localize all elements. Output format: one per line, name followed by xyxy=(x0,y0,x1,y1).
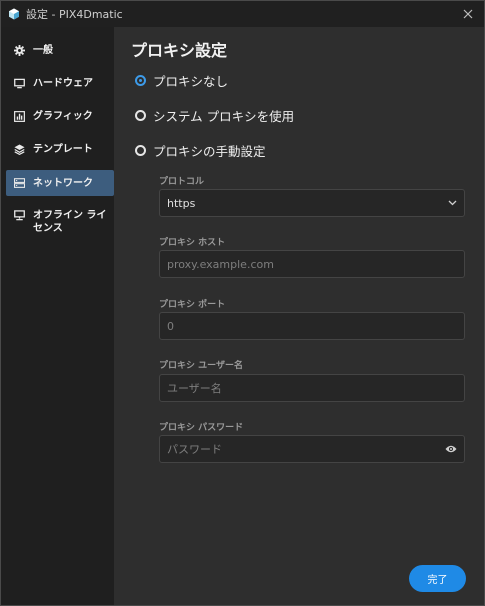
proxy-port-label: プロキシ ポート xyxy=(159,300,226,310)
proxy-host-label: プロキシ ホスト xyxy=(159,238,226,248)
close-icon xyxy=(463,9,473,19)
proxy-password-input[interactable] xyxy=(167,442,445,456)
layers-icon xyxy=(13,143,25,155)
sidebar-item-hardware[interactable]: ハードウェア xyxy=(6,77,114,90)
radio-no-proxy[interactable]: プロキシなし xyxy=(135,71,228,90)
proxy-host-input[interactable] xyxy=(167,257,457,271)
radio-button-checked[interactable] xyxy=(135,75,146,86)
sidebar-item-label: ネットワーク xyxy=(33,177,93,189)
offline-license-icon xyxy=(13,209,25,221)
sidebar-item-templates[interactable]: テンプレート xyxy=(6,143,114,156)
radio-button[interactable] xyxy=(135,145,146,156)
proxy-username-field[interactable] xyxy=(159,374,465,402)
sidebar-item-label: ハードウェア xyxy=(33,78,93,89)
proxy-username-input[interactable] xyxy=(167,381,457,395)
pix4d-logo-icon xyxy=(8,8,20,20)
close-button[interactable] xyxy=(458,4,478,24)
sidebar-item-general[interactable]: 一般 xyxy=(6,44,114,57)
proxy-host-field[interactable] xyxy=(159,250,465,278)
sidebar: 一般 ハードウェア グラフィック テンプレート ネットワーク オフライン ライセ… xyxy=(1,27,114,605)
sidebar-item-offline-license[interactable]: オフライン ライセンス xyxy=(6,209,114,235)
sidebar-item-label: グラフィック xyxy=(33,111,93,122)
done-button[interactable]: 完了 xyxy=(409,565,466,592)
protocol-value: https xyxy=(167,196,196,210)
proxy-port-input[interactable] xyxy=(167,319,457,333)
sidebar-item-label: オフライン ライセンス xyxy=(33,210,107,234)
settings-window: 設定 - PIX4Dmatic 一般 ハードウェア グラフィック テンプレート … xyxy=(0,0,485,606)
monitor-icon xyxy=(13,77,25,89)
proxy-username-label: プロキシ ユーザー名 xyxy=(159,361,243,371)
proxy-port-field[interactable] xyxy=(159,312,465,340)
protocol-select[interactable]: https xyxy=(159,189,465,217)
radio-label: プロキシなし xyxy=(153,74,229,89)
window-title: 設定 - PIX4Dmatic xyxy=(26,8,123,21)
sidebar-item-network[interactable]: ネットワーク xyxy=(6,170,114,196)
sidebar-item-label: 一般 xyxy=(33,45,53,56)
radio-manual-proxy[interactable]: プロキシの手動設定 xyxy=(135,141,266,160)
gear-icon xyxy=(13,44,25,56)
page-title: プロキシ設定 xyxy=(131,41,228,60)
radio-label: プロキシの手動設定 xyxy=(153,144,266,159)
main-panel: プロキシ設定 プロキシなし システム プロキシを使用 プロキシの手動設定 プロト… xyxy=(114,27,484,605)
radio-label: システム プロキシを使用 xyxy=(153,109,295,124)
proxy-password-field[interactable] xyxy=(159,435,465,463)
title-bar: 設定 - PIX4Dmatic xyxy=(1,1,484,27)
radio-button[interactable] xyxy=(135,110,146,121)
network-icon xyxy=(13,177,25,189)
eye-icon[interactable] xyxy=(445,445,457,453)
proxy-password-label: プロキシ パスワード xyxy=(159,423,244,433)
chart-icon xyxy=(13,110,25,122)
chevron-down-icon xyxy=(448,200,457,206)
sidebar-item-graphics[interactable]: グラフィック xyxy=(6,110,114,123)
protocol-label: プロトコル xyxy=(159,177,205,187)
radio-system-proxy[interactable]: システム プロキシを使用 xyxy=(135,106,294,125)
sidebar-item-label: テンプレート xyxy=(33,144,93,155)
